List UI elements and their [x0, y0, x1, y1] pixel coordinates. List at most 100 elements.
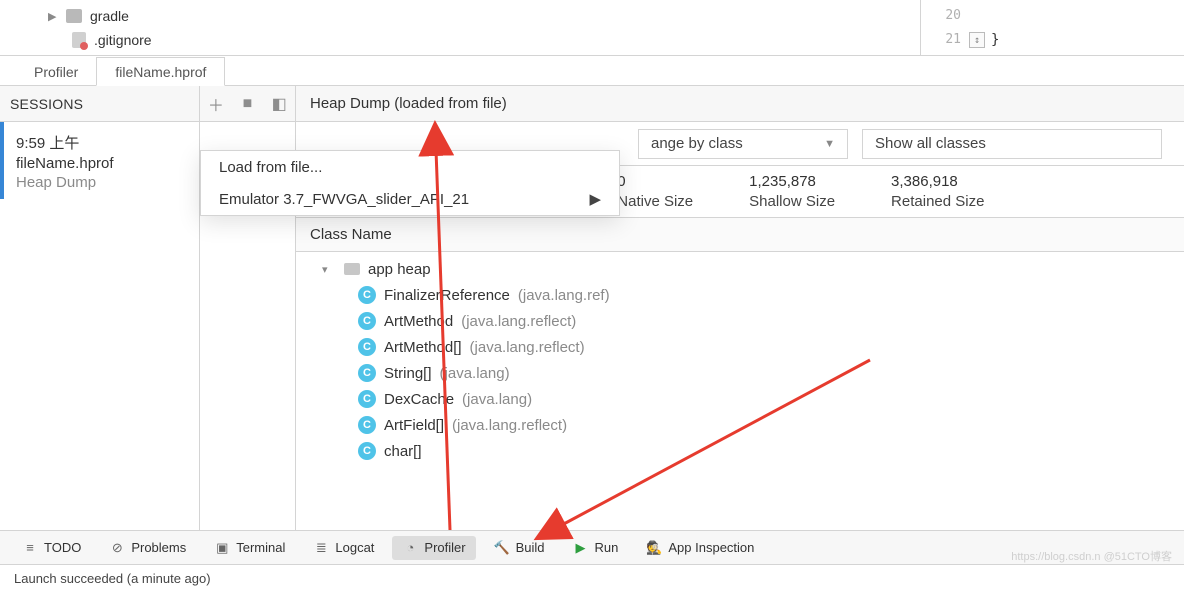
class-list-header[interactable]: Class Name: [296, 218, 1184, 252]
run-icon: ▶: [573, 540, 589, 556]
fold-indicator-icon[interactable]: ↕: [969, 32, 985, 48]
stop-button[interactable]: ■: [236, 93, 258, 115]
class-pkg: (java.lang): [462, 391, 532, 408]
profiler-icon: ◔: [402, 540, 418, 556]
session-time: 9:59 上午: [16, 132, 187, 153]
tree-folder-gradle[interactable]: ▶ gradle: [0, 4, 920, 28]
class-badge-icon: C: [358, 416, 376, 434]
heap-root-row[interactable]: ▾ app heap: [296, 256, 1184, 282]
class-badge-icon: C: [358, 364, 376, 382]
class-badge-icon: C: [358, 338, 376, 356]
class-name: ArtMethod: [384, 313, 453, 330]
tab-profiler[interactable]: Profiler: [16, 58, 96, 85]
editor-code[interactable]: ↕ }: [969, 0, 1184, 55]
tab-filename-hprof[interactable]: fileName.hprof: [96, 57, 225, 86]
tool-label: TODO: [44, 540, 81, 555]
class-row[interactable]: Cchar[]: [296, 438, 1184, 464]
tool-label: Profiler: [424, 540, 465, 555]
stat-retained: 3,386,918 Retained Size: [891, 172, 984, 212]
class-badge-icon: C: [358, 390, 376, 408]
file-icon: [72, 32, 86, 48]
heap-root-label: app heap: [368, 261, 431, 278]
popup-emulator[interactable]: Emulator 3.7_FWVGA_slider_API_21 ▶: [201, 183, 619, 215]
class-row[interactable]: C ArtMethod (java.lang.reflect): [296, 308, 1184, 334]
session-file: fileName.hprof: [16, 155, 187, 172]
build-icon: 🔨: [494, 540, 510, 556]
popup-load-from-file[interactable]: Load from file...: [201, 151, 619, 183]
class-row[interactable]: C FinalizerReference (java.lang.ref): [296, 282, 1184, 308]
submenu-arrow-icon: ▶: [589, 190, 601, 208]
bottom-toolbar: ≡ TODO ⊘Problems ▣ Terminal ≣ Logcat ◔ Profi…: [0, 530, 1184, 564]
tool-app-inspection[interactable]: 🕵App Inspection: [636, 536, 764, 560]
class-pkg: (java.lang.reflect): [452, 417, 567, 434]
line-number: 20: [921, 4, 961, 28]
problems-icon: ⊘: [109, 540, 125, 556]
status-text: Launch succeeded (a minute ago): [14, 571, 211, 586]
class-filter-select[interactable]: Show all classes: [862, 129, 1162, 159]
heap-icon: [344, 263, 360, 275]
tool-label: Logcat: [335, 540, 374, 555]
status-bar: Launch succeeded (a minute ago): [0, 564, 1184, 592]
class-badge-icon: C: [358, 312, 376, 330]
class-badge-icon: C: [358, 286, 376, 304]
select-value: ange by class: [651, 135, 743, 152]
chevron-right-icon: ▶: [48, 10, 58, 23]
caret-down-icon: ▼: [824, 138, 835, 150]
sessions-header: SESSIONS: [0, 86, 199, 122]
tree-file-gitignore[interactable]: .gitignore: [0, 28, 920, 52]
arrange-by-select[interactable]: ange by class ▼: [638, 129, 848, 159]
editor-gutter: 20 21 ↕ }: [920, 0, 1184, 55]
heap-title: Heap Dump (loaded from file): [296, 86, 1184, 122]
class-pkg: (java.lang.ref): [518, 287, 610, 304]
class-name: String[]: [384, 365, 432, 382]
sessions-title: SESSIONS: [10, 96, 83, 112]
tool-terminal[interactable]: ▣ Terminal: [204, 536, 295, 560]
tree-label: gradle: [90, 8, 129, 24]
tool-label: Run: [595, 540, 619, 555]
project-tree: ▶ gradle .gitignore: [0, 0, 920, 55]
class-badge-icon: C: [358, 442, 376, 460]
tool-todo[interactable]: ≡ TODO: [12, 536, 91, 560]
class-name: char[]: [384, 443, 422, 460]
logcat-icon: ≣: [313, 540, 329, 556]
class-row[interactable]: CArtMethod[](java.lang.reflect): [296, 334, 1184, 360]
sessions-panel: SESSIONS 9:59 上午 fileName.hprof Heap Dum…: [0, 86, 200, 530]
stat-native: 0 Native Size: [617, 172, 693, 212]
tool-label: Terminal: [236, 540, 285, 555]
list-icon: ≡: [22, 540, 38, 556]
tool-run[interactable]: ▶ Run: [563, 536, 629, 560]
stat-value: 1,235,878: [749, 172, 835, 192]
tool-build[interactable]: 🔨Build: [484, 536, 555, 560]
class-name: ArtMethod[]: [384, 339, 462, 356]
session-entry[interactable]: 9:59 上午 fileName.hprof Heap Dump: [0, 122, 199, 199]
popup-label: Emulator 3.7_FWVGA_slider_API_21: [219, 191, 469, 208]
class-pkg: (java.lang.reflect): [461, 313, 576, 330]
add-session-button[interactable]: ＋: [205, 93, 227, 115]
tools-header: ＋ ■ ◧: [200, 86, 295, 122]
class-name: FinalizerReference: [384, 287, 510, 304]
class-row[interactable]: C String[] (java.lang): [296, 360, 1184, 386]
class-name: ArtField[]: [384, 417, 444, 434]
tool-profiler[interactable]: ◔ Profiler: [392, 536, 475, 560]
toggle-panel-button[interactable]: ◧: [268, 93, 290, 115]
project-row: ▶ gradle .gitignore 20 21 ↕ }: [0, 0, 1184, 56]
select-value: Show all classes: [875, 135, 986, 152]
code-text: }: [991, 32, 999, 48]
inspector-icon: 🕵: [646, 540, 662, 556]
folder-icon: [66, 9, 82, 23]
add-session-popup: Load from file... Emulator 3.7_FWVGA_sli…: [200, 150, 620, 216]
stat-shallow: 1,235,878 Shallow Size: [749, 172, 835, 212]
chevron-down-icon[interactable]: ▾: [322, 263, 336, 276]
tool-tabs: Profiler fileName.hprof: [0, 56, 1184, 86]
tree-label: .gitignore: [94, 32, 152, 48]
class-row[interactable]: C ArtField[] (java.lang.reflect): [296, 412, 1184, 438]
popup-label: Load from file...: [219, 159, 322, 176]
class-list[interactable]: ▾ app heap C FinalizerReference (java.lang…: [296, 252, 1184, 530]
tool-logcat[interactable]: ≣ Logcat: [303, 536, 384, 560]
terminal-icon: ▣: [214, 540, 230, 556]
class-row[interactable]: CDexCache(java.lang): [296, 386, 1184, 412]
stat-label: Native Size: [617, 192, 693, 212]
stat-value: 3,386,918: [891, 172, 984, 192]
class-pkg: (java.lang): [440, 365, 510, 382]
tool-problems[interactable]: ⊘Problems: [99, 536, 196, 560]
